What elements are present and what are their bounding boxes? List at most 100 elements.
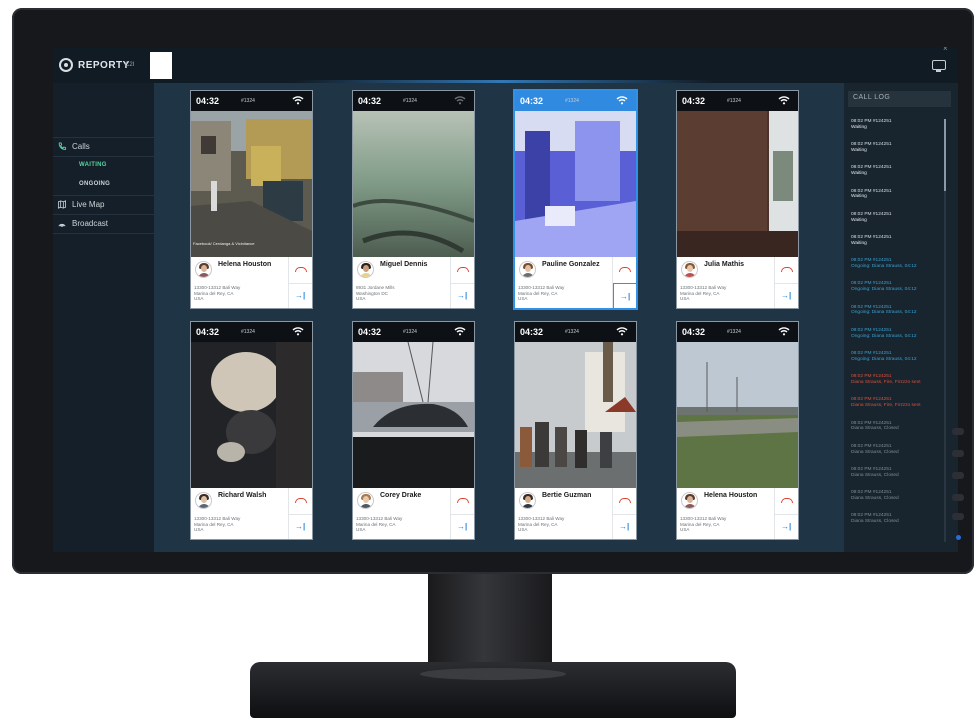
call-card[interactable]: 04:32 #1324 Helena Houston 13300-13312 B… <box>676 321 799 540</box>
sidebar-subitem-ongoing[interactable]: ONGOING <box>79 181 110 187</box>
sidebar-item-label: Calls <box>72 142 90 151</box>
hangup-icon <box>781 267 793 272</box>
hangup-button[interactable] <box>613 257 636 284</box>
transfer-button[interactable]: →| <box>451 283 474 308</box>
video-feed[interactable] <box>353 111 474 257</box>
call-log-status: Waiting <box>851 194 867 200</box>
hangup-button[interactable] <box>451 257 474 284</box>
call-log-entry[interactable]: 08:02 PM #124251 Ongoing: Diana Strauss, … <box>851 281 943 293</box>
hangup-button[interactable] <box>775 257 798 284</box>
caller-address: 13300-13312 Bali Way Marina del Rey, CA … <box>680 516 727 532</box>
call-log-entry[interactable]: 08:02 PM #124251 Waiting <box>851 142 943 154</box>
transfer-button[interactable]: →| <box>613 283 636 308</box>
hangup-button[interactable] <box>775 488 798 515</box>
transfer-button[interactable]: →| <box>289 514 312 539</box>
sidebar-subitem-waiting[interactable]: WAITING <box>79 162 107 168</box>
caller-address: 13300-13312 Bali Way Marina del Rey, CA … <box>680 285 727 301</box>
transfer-button[interactable]: →| <box>775 283 798 308</box>
call-card-active[interactable]: 04:32 #1324 Pauline Gonzalez 13300-13312… <box>514 90 637 309</box>
caller-name: Richard Walsh <box>218 492 267 499</box>
video-feed[interactable] <box>191 111 312 257</box>
call-log-entry[interactable]: 08:02 PM #124251 Diana Strauss, Closed <box>851 490 943 502</box>
hangup-button[interactable] <box>451 488 474 515</box>
call-log-entry[interactable]: 08:02 PM #124251 Diana Strauss, Closed <box>851 444 943 456</box>
map-icon <box>57 200 67 209</box>
transfer-button[interactable]: →| <box>451 514 474 539</box>
avatar <box>681 261 698 278</box>
caller-name: Helena Houston <box>218 261 272 268</box>
wifi-icon <box>616 96 628 105</box>
call-log-entry[interactable]: 08:02 PM #124251 Ongoing: Diana Strauss, … <box>851 305 943 317</box>
video-feed[interactable] <box>515 342 636 488</box>
close-icon[interactable]: × <box>943 47 948 53</box>
avatar <box>681 492 698 509</box>
call-log-status: Waiting <box>851 124 867 130</box>
call-log-entry[interactable]: 08:02 PM #124251 Waiting <box>851 189 943 201</box>
card-actions: →| <box>612 488 636 539</box>
call-log-entry[interactable]: 08:02 PM #124251 Waiting <box>851 165 943 177</box>
video-feed[interactable] <box>353 342 474 488</box>
caller-address: 13300-13312 Bali Way Marina del Rey, CA … <box>194 516 241 532</box>
call-card[interactable]: 04:32 #1324 Facebook/ Cerdanga & Vicinit… <box>190 90 313 309</box>
transfer-button[interactable]: →| <box>775 514 798 539</box>
hangup-button[interactable] <box>613 488 636 515</box>
sidebar-item-live-map[interactable]: Live Map <box>53 195 154 215</box>
call-log-entry[interactable]: 08:02 PM #124251 Waiting <box>851 235 943 247</box>
call-log-status: Ongoing: Diana Strauss, 04:12 <box>851 310 917 316</box>
card-header: 04:32 #1324 <box>515 322 636 342</box>
call-log-entry[interactable]: 08:02 PM #124251 Waiting <box>851 119 943 131</box>
call-timer: 04:32 <box>520 327 544 337</box>
sidebar: Calls WAITING ONGOING Live Map Broadcast <box>53 83 154 552</box>
caller-address: 8931 Jordane Mills Washington DC USA <box>356 285 395 301</box>
monitor-stand-joint <box>420 668 566 680</box>
call-timer: 04:32 <box>196 96 220 106</box>
call-log-status: Waiting <box>851 147 867 153</box>
call-timer: 04:32 <box>520 96 544 106</box>
transfer-icon: →| <box>781 522 792 531</box>
video-feed[interactable] <box>677 342 798 488</box>
caller-name: Julia Mathis <box>704 261 745 268</box>
call-log-status: Diana Strauss, Closed <box>851 495 899 501</box>
call-log-status: Ongoing: Diana Strauss, 04:12 <box>851 356 917 362</box>
display-icon[interactable] <box>932 60 946 72</box>
call-card[interactable]: 04:32 #1324 Julia Mathis 13300-13312 Bal… <box>676 90 799 309</box>
sidebar-item-broadcast[interactable]: Broadcast <box>53 214 154 234</box>
call-log-entry[interactable]: 08:02 PM #124251 Diana Strauss, Fire, Fir… <box>851 374 943 386</box>
sidebar-item-calls[interactable]: Calls <box>53 137 154 157</box>
call-log-entry[interactable]: 08:02 PM #124251 Ongoing: Diana Strauss, … <box>851 328 943 340</box>
call-log-entry[interactable]: 08:02 PM #124251 Waiting <box>851 212 943 224</box>
hangup-button[interactable] <box>289 488 312 515</box>
card-header: 04:32 #1324 <box>677 322 798 342</box>
video-feed[interactable] <box>191 342 312 488</box>
monitor-button <box>952 494 964 501</box>
scroll-thumb[interactable] <box>944 119 946 191</box>
call-card[interactable]: 04:32 #1324 Bertie Guzman 13300-13312 Ba… <box>514 321 637 540</box>
wifi-icon <box>292 96 304 105</box>
card-header: 04:32 #1324 <box>353 322 474 342</box>
call-card[interactable]: 04:32 #1324 Richard Walsh 13300-13312 Ba… <box>190 321 313 540</box>
sidebar-item-label: Broadcast <box>72 219 109 228</box>
call-log-entry[interactable]: 08:02 PM #124251 Ongoing: Diana Strauss, … <box>851 351 943 363</box>
monitor-bezel: REPORTY C2I × Calls WAITING ONGOING Live… <box>12 8 974 574</box>
wifi-icon <box>616 327 628 336</box>
call-log-entry[interactable]: 08:02 PM #124251 Diana Strauss, Closed <box>851 421 943 433</box>
transfer-button[interactable]: →| <box>613 514 636 539</box>
call-card[interactable]: 04:32 #1324 Corey Drake 13300-13312 Bali… <box>352 321 475 540</box>
monitor-button <box>952 472 964 479</box>
call-log-status: Diana Strauss, Fire, Firzzzo sent <box>851 403 921 409</box>
caller-name: Miguel Dennis <box>380 261 428 268</box>
video-feed[interactable] <box>677 111 798 257</box>
caller-name: Helena Houston <box>704 492 758 499</box>
call-log-entry[interactable]: 08:02 PM #124251 Diana Strauss, Fire, Fir… <box>851 397 943 409</box>
transfer-button[interactable]: →| <box>289 283 312 308</box>
app-logo-text: REPORTY <box>78 60 130 71</box>
call-log-scrollbar[interactable] <box>944 119 946 542</box>
avatar <box>357 261 374 278</box>
video-feed[interactable] <box>515 111 636 257</box>
call-card[interactable]: 04:32 #1324 Miguel Dennis 8931 Jordane M… <box>352 90 475 309</box>
call-log-entry[interactable]: 08:02 PM #124251 Diana Strauss, Closed <box>851 513 943 525</box>
card-header: 04:32 #1324 <box>515 91 636 111</box>
call-log-entry[interactable]: 08:02 PM #124251 Diana Strauss, Closed <box>851 467 943 479</box>
hangup-button[interactable] <box>289 257 312 284</box>
call-log-entry[interactable]: 08:02 PM #124251 Ongoing: Diana Strauss, … <box>851 258 943 270</box>
